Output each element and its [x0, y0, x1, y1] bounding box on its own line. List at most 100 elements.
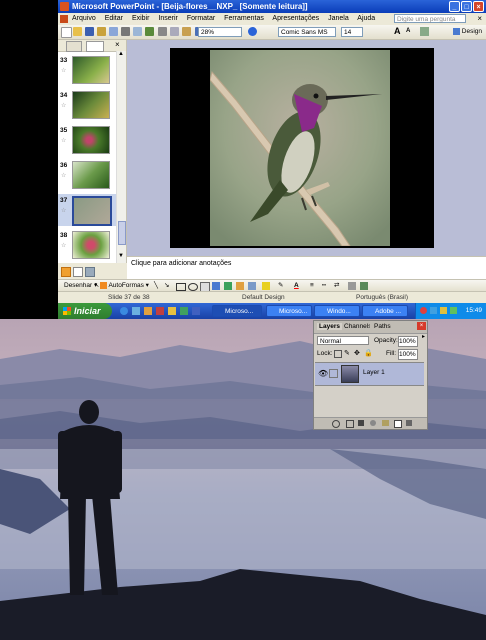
- lock-move-icon[interactable]: ✥: [354, 349, 360, 357]
- open-icon[interactable]: [73, 27, 82, 36]
- menu-ajuda[interactable]: Ajuda: [357, 15, 375, 22]
- minimize-button[interactable]: _: [449, 1, 460, 12]
- slides-tab[interactable]: [86, 41, 104, 52]
- zoom-select[interactable]: 28%: [198, 27, 242, 37]
- shadow-icon[interactable]: [348, 282, 356, 290]
- layer-row[interactable]: 👁 Layer 1: [315, 362, 424, 386]
- permission-icon[interactable]: [97, 27, 106, 36]
- menu-exibir[interactable]: Exibir: [132, 15, 150, 22]
- panel-close-icon[interactable]: ×: [417, 322, 426, 330]
- help-icon[interactable]: [248, 27, 257, 36]
- quicklaunch-desktop-icon[interactable]: [132, 307, 140, 315]
- rectangle-icon[interactable]: [176, 283, 186, 291]
- fill-color-icon[interactable]: [262, 282, 270, 290]
- outline-tab[interactable]: [66, 41, 82, 52]
- new-icon[interactable]: [61, 27, 72, 38]
- save-icon[interactable]: [85, 27, 94, 36]
- slide-thumb-row[interactable]: 34 ☆: [58, 89, 118, 121]
- quicklaunch-media-icon[interactable]: [144, 307, 152, 315]
- scroll-up-icon[interactable]: ▲: [118, 51, 124, 57]
- paste-icon[interactable]: [182, 27, 191, 36]
- tray-network-icon[interactable]: [420, 307, 427, 314]
- new-layer-icon[interactable]: [394, 420, 402, 428]
- task-adobe[interactable]: Adobe ...: [362, 305, 408, 317]
- menu-formatar[interactable]: Formatar: [187, 15, 215, 22]
- slides-scrollbar[interactable]: ▲ ▼: [116, 51, 126, 263]
- layer-thumbnail[interactable]: [341, 365, 359, 383]
- slide-thumb-row-selected[interactable]: 37 ☆: [58, 194, 118, 226]
- lock-transparency-icon[interactable]: [334, 350, 342, 358]
- group-folder-icon[interactable]: [382, 420, 389, 426]
- close-button[interactable]: ×: [473, 1, 484, 12]
- oval-icon[interactable]: [188, 283, 198, 291]
- preview-icon[interactable]: [133, 27, 142, 36]
- normal-view-icon[interactable]: [61, 267, 71, 277]
- menu-inserir[interactable]: Inserir: [158, 15, 177, 22]
- quicklaunch-explorer-icon[interactable]: [168, 307, 176, 315]
- notes-pane[interactable]: Clique para adicionar anotações: [127, 256, 486, 280]
- cut-icon[interactable]: [158, 27, 167, 36]
- slide-thumb-row[interactable]: 38 ☆: [58, 229, 118, 261]
- hummingbird-photo[interactable]: [210, 50, 390, 246]
- title-bar[interactable]: Microsoft PowerPoint - [Beija-flores__NX…: [58, 0, 486, 13]
- slide-thumb-row[interactable]: 36 ☆: [58, 159, 118, 191]
- menu-apresentacoes[interactable]: Apresentações: [272, 15, 319, 22]
- slideshow-view-icon[interactable]: [85, 267, 95, 277]
- close-pane-icon[interactable]: ×: [115, 40, 120, 49]
- increase-font-icon[interactable]: A: [394, 26, 401, 36]
- menu-janela[interactable]: Janela: [328, 15, 349, 22]
- email-icon[interactable]: [109, 27, 118, 36]
- diagram-icon[interactable]: [224, 282, 232, 290]
- slide-thumb-row[interactable]: 33 ☆: [58, 54, 118, 86]
- tab-paths[interactable]: Paths: [374, 323, 404, 330]
- tray-volume-icon[interactable]: [430, 307, 437, 314]
- quicklaunch-chat-icon[interactable]: [180, 307, 188, 315]
- opacity-input[interactable]: 100%: [398, 336, 418, 347]
- scroll-thumb[interactable]: [118, 221, 126, 245]
- picture-icon[interactable]: [248, 282, 256, 290]
- sorter-view-icon[interactable]: [73, 267, 83, 277]
- panel-menu-icon[interactable]: ▸: [422, 333, 425, 340]
- layer-name[interactable]: Layer 1: [363, 369, 385, 376]
- format-icon[interactable]: [420, 27, 429, 36]
- quicklaunch-ie-icon[interactable]: [120, 307, 128, 315]
- tab-layers[interactable]: Layers: [317, 323, 342, 330]
- quicklaunch-app-icon[interactable]: [156, 307, 164, 315]
- slide-thumb-row[interactable]: 35 ☆: [58, 124, 118, 156]
- spelling-icon[interactable]: [145, 27, 154, 36]
- blend-mode-select[interactable]: Normal: [317, 336, 369, 345]
- font-size-select[interactable]: 14: [341, 27, 363, 37]
- clipart-icon[interactable]: [236, 282, 244, 290]
- slide-thumbnail[interactable]: [72, 161, 110, 189]
- menu-editar[interactable]: Editar: [105, 15, 123, 22]
- mask-icon[interactable]: [358, 420, 364, 426]
- task-windows[interactable]: Windo...: [314, 305, 360, 317]
- visibility-eye-icon[interactable]: 👁: [318, 369, 328, 378]
- slide-thumbnail[interactable]: [72, 231, 110, 259]
- slide-thumbnail[interactable]: [72, 126, 110, 154]
- delete-layer-icon[interactable]: [406, 420, 412, 426]
- menu-arquivo[interactable]: Arquivo: [72, 15, 96, 22]
- copy-icon[interactable]: [170, 27, 179, 36]
- layer-style-icon[interactable]: [346, 420, 354, 428]
- link-layers-icon[interactable]: [332, 420, 340, 428]
- quicklaunch-photo-icon[interactable]: [192, 307, 200, 315]
- brush-icon[interactable]: [329, 369, 338, 378]
- lock-all-icon[interactable]: 🔒: [364, 349, 373, 357]
- wordart-icon[interactable]: [212, 282, 220, 290]
- menu-ferramentas[interactable]: Ferramentas: [224, 15, 264, 22]
- design-button[interactable]: Design: [452, 27, 482, 37]
- slide-thumbnail[interactable]: [72, 196, 112, 226]
- lock-paint-icon[interactable]: ✎: [344, 349, 350, 357]
- task-word[interactable]: Microso...: [266, 305, 312, 317]
- 3d-icon[interactable]: [360, 282, 368, 290]
- fill-input[interactable]: 100%: [398, 349, 418, 360]
- slide-thumbnail[interactable]: [72, 91, 110, 119]
- tray-update-icon[interactable]: [450, 307, 457, 314]
- maximize-button[interactable]: □: [461, 1, 472, 12]
- print-icon[interactable]: [121, 27, 130, 36]
- task-powerpoint[interactable]: Microso...: [212, 305, 262, 317]
- slide-thumbnail[interactable]: [72, 56, 110, 84]
- close-doc-icon[interactable]: ×: [477, 13, 482, 25]
- help-search-input[interactable]: Digite uma pergunta: [394, 14, 466, 23]
